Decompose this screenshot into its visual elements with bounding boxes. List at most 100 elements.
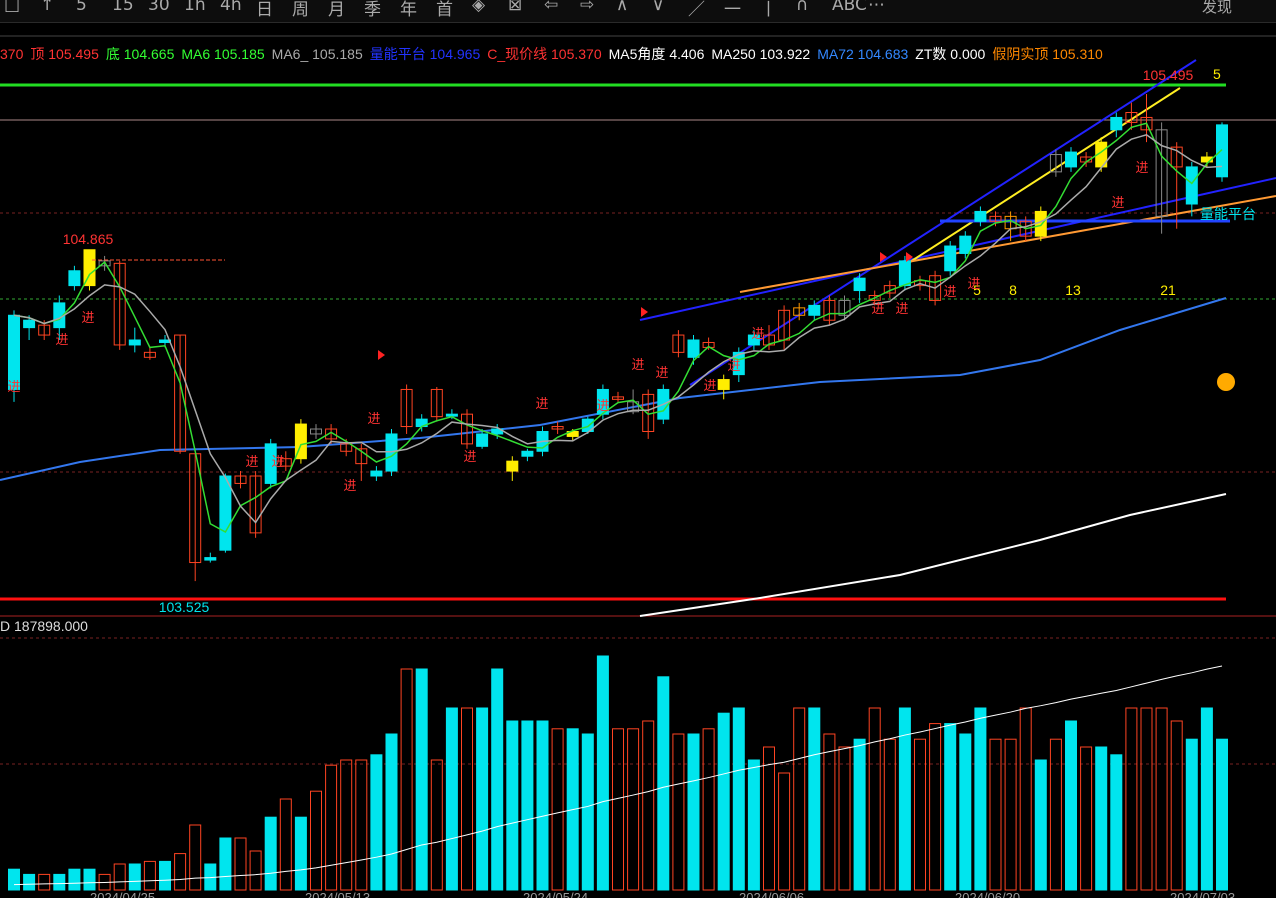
low-price-label: 103.525 [159,599,210,615]
date-label: 2024/05/13 [305,890,370,898]
volume-bar [642,720,655,891]
volume-bar [68,868,81,891]
volume-bar [400,668,413,891]
volume-bar [1125,707,1138,891]
trend-line [639,177,1276,321]
buy-marker: 进 [895,301,908,316]
volume-bar [430,759,443,891]
buy-marker: 进 [967,276,980,291]
buy-marker: 进 [703,378,716,393]
volume-bar [1004,738,1017,891]
volume-bar [445,707,458,891]
volume-bar [159,860,171,891]
date-label: 2024/07/03 [1170,890,1235,898]
buy-marker: 进 [596,398,609,413]
candle-body [717,379,730,390]
volume-bar [883,738,896,891]
volume-bar [732,707,745,891]
volume-bar [1155,707,1168,891]
volume-bar [340,759,353,891]
volume-bar [415,668,428,891]
volume-bar [808,707,821,891]
smiley-icon [1217,373,1235,391]
volume-bar [1110,754,1123,891]
volume-bar [234,837,247,891]
candle-body [128,339,141,346]
volume-bar [1185,738,1198,891]
volume-bar [461,707,473,891]
volume-bar [355,759,368,891]
candle-body [1216,124,1228,178]
volume-bar [294,816,307,891]
volume-bar [672,733,685,891]
wave-count-label: 8 [1009,282,1017,298]
volume-bar [914,738,926,891]
volume-bar [8,868,20,891]
kline-chart[interactable]: 105.495 5104.865103.525量能平台5 8 13 21进进进进进进进进… [0,0,1276,898]
volume-bar [853,738,866,891]
candle-body [898,260,911,287]
trend-line [739,195,1276,293]
volume-bar [778,772,791,891]
volume-bar [1200,707,1213,891]
volume-bar [189,824,202,891]
candle-body [687,339,700,358]
buy-marker: 进 [81,310,94,325]
date-label: 2024/06/20 [955,890,1020,898]
volume-bar [23,873,36,891]
volume-bar [687,733,700,891]
buy-marker: 进 [271,454,284,469]
volume-bar [944,723,957,891]
candle-body [853,277,866,292]
candle-body [204,557,217,561]
volume-bar [823,733,836,891]
buy-marker: 进 [727,358,740,373]
volume-bar [143,860,156,891]
volume-bar [1034,759,1047,891]
volume-bar [612,728,624,891]
buy-marker: 进 [245,454,258,469]
flag-marker [378,350,385,360]
volume-bar [264,816,277,891]
volume-bar [249,850,262,891]
volume-bar [53,873,66,891]
volume-bar [702,728,715,891]
candle-body [506,460,519,472]
volume-bar [1065,720,1077,891]
volume-bar [581,733,594,891]
buy-marker: 进 [943,284,956,299]
buy-marker: 进 [535,396,548,411]
volume-bar [506,720,519,891]
volume-bar [989,738,1002,891]
candle-body [370,470,383,477]
platform-label: 量能平台 [1200,206,1256,222]
volume-bar [1140,707,1153,891]
volume-bar [113,863,126,891]
volume-bar [793,707,806,891]
date-label: 2024/04/25 [90,890,155,898]
buy-marker: 进 [631,357,644,372]
volume-bar [657,676,670,891]
buy-marker: 进 [343,478,356,493]
buy-marker: 进 [463,449,476,464]
buy-marker: 进 [7,379,20,394]
volume-bar [219,837,232,891]
volume-bar [868,707,881,891]
volume-bar [929,723,942,891]
volume-bar [1170,720,1183,891]
buy-marker: 进 [871,301,884,316]
candle-body [1185,166,1198,205]
volume-bar [370,754,383,891]
volume-bar [385,733,398,891]
candle-body [476,433,489,447]
candle-body [1065,151,1077,168]
volume-bar [959,733,972,891]
volume-bar [1019,707,1032,891]
volume-bar [1080,746,1093,891]
volume-bar [83,868,96,891]
candle-body [944,245,957,272]
volume-bar [174,853,187,891]
candle-body [808,304,821,316]
candle-body [68,270,81,287]
candle-body [23,319,36,329]
